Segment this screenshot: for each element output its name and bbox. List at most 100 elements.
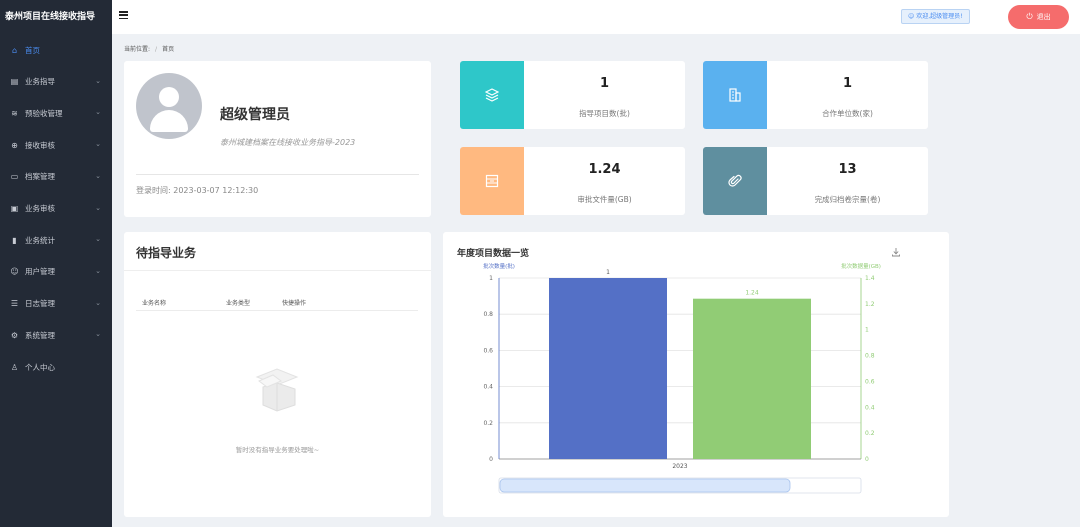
- stat-card-files[interactable]: 1.24 审批文件量(GB): [460, 147, 685, 215]
- column-header: 业务名称: [142, 300, 167, 307]
- stat-icon-box: [703, 61, 767, 129]
- sidebar-item-label: 日志管理: [25, 299, 55, 309]
- log-icon: ☰: [10, 299, 19, 309]
- chevron-down-icon: ⌄: [95, 108, 101, 117]
- sidebar-item[interactable]: ⊕ 接收审核 ⌄: [0, 131, 112, 159]
- sidebar-item[interactable]: ▣ 业务审核 ⌄: [0, 195, 112, 223]
- stat-card-projects[interactable]: 1 指导项目数(批): [460, 61, 685, 129]
- y2-tick-label: 0.8: [865, 353, 875, 360]
- bar-chart-icon: ▮: [12, 235, 17, 245]
- data-label: 1.24: [745, 290, 759, 297]
- sidebar-item-label: 业务审核: [25, 204, 55, 213]
- column-header: 业务类型: [226, 300, 251, 307]
- pending-title: 待指导业务: [136, 246, 197, 260]
- power-icon: ⏻: [1026, 12, 1033, 21]
- sidebar-item[interactable]: ☰ 日志管理 ⌄: [0, 290, 112, 318]
- divider: [124, 270, 431, 271]
- document-icon: ▤: [10, 77, 19, 87]
- building-icon: [729, 88, 741, 102]
- sidebar-item[interactable]: ▤ 业务指导 ⌄: [0, 68, 112, 96]
- sidebar-item[interactable]: ☺ 用户管理 ⌄: [0, 258, 112, 286]
- stat-value: 1.24: [588, 162, 621, 177]
- chevron-down-icon: ⌄: [95, 266, 101, 275]
- sidebar-item[interactable]: ⌂ 首页: [0, 36, 112, 64]
- empty-message: 暂时没有指导业务要处理啦~: [235, 446, 320, 454]
- bar: [549, 278, 667, 459]
- sidebar-item-label: 接收审核: [25, 140, 55, 150]
- home-icon: ⌂: [11, 45, 18, 55]
- welcome-badge: ☺ 欢迎,超级管理员!: [901, 9, 970, 24]
- layers-icon: ≋: [11, 108, 18, 118]
- empty-box-icon: [255, 368, 299, 412]
- chevron-down-icon: ⌄: [95, 171, 101, 180]
- y2-tick-label: 0.2: [865, 430, 875, 437]
- sidebar-item-label: 首页: [25, 45, 40, 55]
- y2-tick-label: 0: [865, 456, 869, 463]
- users-icon: ☺: [10, 267, 19, 277]
- breadcrumb-label: 当前位置:: [124, 46, 151, 53]
- sidebar: 泰州项目在线接收指导 ⌂ 首页 ▤ 业务指导 ⌄ ≋ 预验收管理 ⌄ ⊕ 接收审核 ⌄ ▭ 档案管理 ⌄ ▣…: [0, 0, 112, 527]
- chevron-down-icon: ⌄: [95, 298, 101, 307]
- stat-label: 合作单位数(家): [822, 109, 873, 118]
- breadcrumb-current[interactable]: 首页: [162, 46, 174, 53]
- x-tick-label: 2023: [672, 463, 687, 470]
- hamburger-menu-icon[interactable]: [119, 11, 128, 20]
- y2-axis-name: 批次数据量(GB): [841, 262, 881, 270]
- data-label: 1: [606, 269, 610, 276]
- y2-tick-label: 0.6: [865, 378, 875, 385]
- user-icon: ♙: [10, 362, 19, 372]
- y-tick-label: 0.4: [483, 384, 493, 391]
- y-tick-label: 0.2: [483, 420, 493, 427]
- chevron-down-icon: ⌄: [95, 235, 101, 244]
- stat-card-archives[interactable]: 13 完成归档卷宗量(卷): [703, 147, 928, 215]
- table-header: [136, 292, 418, 311]
- sidebar-item[interactable]: ≋ 预验收管理 ⌄: [0, 99, 112, 127]
- avatar: [136, 73, 202, 139]
- y-axis-name: 批次数量(批): [483, 262, 515, 270]
- logout-label: 退出: [1036, 13, 1051, 21]
- sidebar-item-label: 用户管理: [25, 267, 55, 277]
- profile-name: 超级管理员: [220, 107, 290, 123]
- pending-card: 待指导业务 业务名称 业务类型 快捷操作 暂时没有指导业务要处理啦~: [124, 232, 431, 517]
- gear-icon: ⚙: [10, 330, 19, 340]
- profile-card: 超级管理员 泰州城建档案在线接收业务指导-2023 登录时间: 2023-03-…: [124, 61, 431, 217]
- sidebar-item-label: 个人中心: [25, 362, 55, 372]
- sidebar-item-label: 系统管理: [25, 330, 55, 340]
- stat-value: 1: [842, 76, 853, 91]
- sidebar-item-label: 业务指导: [25, 77, 55, 87]
- y2-tick-label: 1.2: [865, 301, 875, 308]
- profile-org: 泰州城建档案在线接收业务指导-2023: [220, 138, 356, 147]
- stat-label: 审批文件量(GB): [577, 195, 632, 204]
- y-tick-label: 0.8: [483, 311, 493, 318]
- sidebar-item[interactable]: ▮ 业务统计 ⌄: [0, 226, 112, 254]
- sidebar-item[interactable]: ▭ 档案管理 ⌄: [0, 163, 112, 191]
- sidebar-item-label: 业务统计: [25, 235, 55, 245]
- chevron-down-icon: ⌄: [95, 76, 101, 85]
- chevron-down-icon: ⌄: [95, 330, 101, 339]
- login-time: 登录时间: 2023-03-07 12:12:30: [136, 186, 259, 195]
- file-check-icon: ▣: [10, 204, 19, 213]
- sidebar-item[interactable]: ⚙ 系统管理 ⌄: [0, 321, 112, 349]
- welcome-text: 欢迎,超级管理员!: [916, 13, 963, 20]
- sidebar-item[interactable]: ♙ 个人中心: [0, 353, 112, 381]
- y2-tick-label: 0.4: [865, 404, 875, 411]
- archive-icon: [485, 174, 499, 188]
- y2-tick-label: 1: [865, 327, 869, 334]
- chart-card: 年度项目数据一览 0 0.2 0.4 0.6 0.8 1 0 0.2 0.4 0.6 0.8 1 1.2…: [443, 232, 949, 517]
- stat-label: 完成归档卷宗量(卷): [814, 195, 881, 204]
- globe-icon: ⊕: [11, 140, 18, 150]
- y-tick-label: 0.6: [483, 347, 493, 354]
- bar-chart: 0 0.2 0.4 0.6 0.8 1 0 0.2 0.4 0.6 0.8 1 1.2 1.4 批次数量(批…: [483, 262, 881, 494]
- logout-button[interactable]: ⏻ 退出: [1008, 5, 1069, 29]
- breadcrumb: 当前位置: / 首页: [124, 44, 174, 53]
- stat-card-partners[interactable]: 1 合作单位数(家): [703, 61, 928, 129]
- bar: [693, 298, 811, 459]
- y2-tick-label: 1.4: [865, 275, 875, 282]
- stat-icon-box: [460, 147, 524, 215]
- user-icon: ☺: [908, 13, 915, 20]
- stat-value: 13: [838, 162, 857, 177]
- top-header: ☺ 欢迎,超级管理员! ⏻ 退出: [112, 0, 1080, 34]
- paperclip-icon: [728, 174, 742, 187]
- folder-icon: ▭: [10, 172, 19, 182]
- chevron-down-icon: ⌄: [95, 203, 101, 212]
